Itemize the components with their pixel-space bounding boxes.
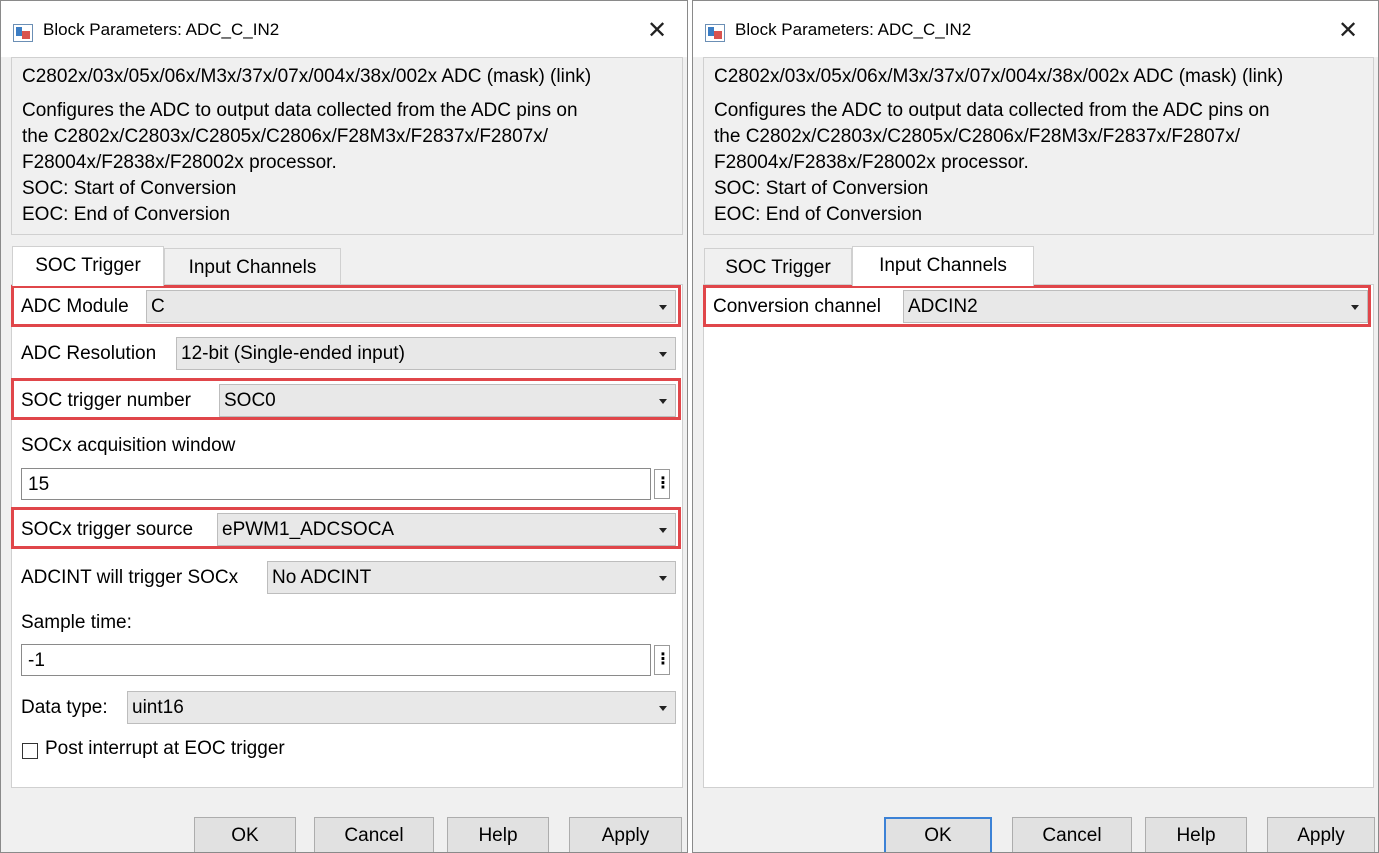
- post-interrupt-checkbox[interactable]: [22, 743, 38, 759]
- mask-description: Configures the ADC to output data collec…: [714, 100, 1270, 225]
- acquisition-window-value: 15: [28, 474, 50, 495]
- block-parameters-dialog-left: Block Parameters: ADC_C_IN2 ✕ C2802x/03x…: [0, 0, 688, 853]
- adc-resolution-row: ADC Resolution 12-bit (Single-ended inpu…: [21, 337, 676, 371]
- adc-resolution-label: ADC Resolution: [21, 343, 157, 364]
- close-icon[interactable]: ✕: [1328, 13, 1368, 49]
- help-button[interactable]: Help: [447, 817, 549, 852]
- ok-button[interactable]: OK: [884, 817, 992, 852]
- acquisition-window-input[interactable]: 15: [21, 468, 651, 500]
- simulink-block-icon: [13, 24, 33, 42]
- simulink-block-icon: [705, 24, 725, 42]
- mask-description-box: C2802x/03x/05x/06x/M3x/37x/07x/004x/38x/…: [11, 57, 683, 235]
- highlight-box: [11, 507, 681, 549]
- tab-input-channels[interactable]: Input Channels: [164, 248, 341, 284]
- data-type-value: uint16: [132, 697, 184, 718]
- data-type-label: Data type:: [21, 697, 108, 718]
- sample-time-label: Sample time:: [21, 612, 132, 633]
- adc-resolution-select[interactable]: 12-bit (Single-ended input): [176, 337, 676, 370]
- mask-title: C2802x/03x/05x/06x/M3x/37x/07x/004x/38x/…: [22, 66, 592, 87]
- close-icon[interactable]: ✕: [637, 13, 677, 49]
- data-type-row: Data type: uint16: [21, 691, 676, 725]
- acquisition-window-label: SOCx acquisition window: [21, 435, 236, 456]
- adc-resolution-value: 12-bit (Single-ended input): [181, 343, 405, 364]
- chevron-down-icon: [659, 576, 667, 581]
- sample-time-value: -1: [28, 650, 45, 671]
- post-interrupt-label: Post interrupt at EOC trigger: [45, 738, 285, 759]
- ok-button[interactable]: OK: [194, 817, 296, 852]
- chevron-down-icon: [659, 706, 667, 711]
- window-title: Block Parameters: ADC_C_IN2: [735, 20, 972, 39]
- highlight-box: [703, 285, 1371, 327]
- window-title: Block Parameters: ADC_C_IN2: [43, 20, 280, 39]
- tab-soc-trigger[interactable]: SOC Trigger: [704, 248, 852, 284]
- apply-button[interactable]: Apply: [1267, 817, 1375, 852]
- title-bar: Block Parameters: ADC_C_IN2 ✕: [693, 1, 1378, 57]
- adcint-trigger-label: ADCINT will trigger SOCx: [21, 567, 239, 588]
- cancel-button[interactable]: Cancel: [1012, 817, 1132, 852]
- mask-title: C2802x/03x/05x/06x/M3x/37x/07x/004x/38x/…: [714, 66, 1284, 87]
- title-bar: Block Parameters: ADC_C_IN2 ✕: [1, 1, 687, 57]
- block-parameters-dialog-right: Block Parameters: ADC_C_IN2 ✕ C2802x/03x…: [692, 0, 1379, 853]
- tab-soc-trigger[interactable]: SOC Trigger: [12, 246, 164, 286]
- adcint-trigger-select[interactable]: No ADCINT: [267, 561, 676, 594]
- tab-input-channels[interactable]: Input Channels: [852, 246, 1034, 286]
- help-button[interactable]: Help: [1145, 817, 1247, 852]
- adcint-trigger-value: No ADCINT: [272, 567, 372, 588]
- highlight-box: [11, 285, 681, 327]
- vertical-ellipsis-icon[interactable]: ⋮: [654, 645, 671, 675]
- mask-description: Configures the ADC to output data collec…: [22, 100, 578, 225]
- sample-time-input[interactable]: -1: [21, 644, 651, 676]
- highlight-box: [11, 378, 681, 420]
- mask-description-box: C2802x/03x/05x/06x/M3x/37x/07x/004x/38x/…: [703, 57, 1374, 235]
- apply-button[interactable]: Apply: [569, 817, 682, 852]
- vertical-ellipsis-icon[interactable]: ⋮: [654, 469, 671, 499]
- cancel-button[interactable]: Cancel: [314, 817, 434, 852]
- data-type-select[interactable]: uint16: [127, 691, 676, 724]
- chevron-down-icon: [659, 352, 667, 357]
- tab-panel-input-channels: Conversion channel ADCIN2: [703, 284, 1374, 788]
- adcint-trigger-row: ADCINT will trigger SOCx No ADCINT: [21, 561, 676, 595]
